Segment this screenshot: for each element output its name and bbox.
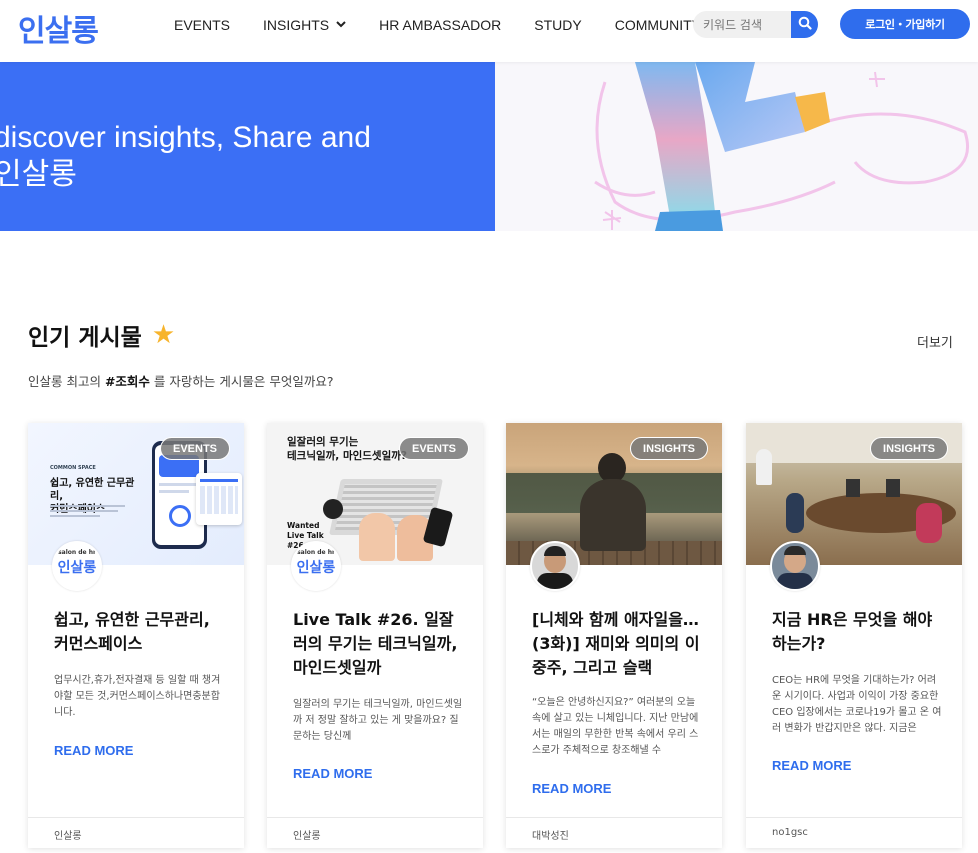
read-more-link[interactable]: READ MORE <box>54 743 133 758</box>
nav-label: COMMUNITY <box>614 17 702 33</box>
avatar-logo-text: 인살롱 <box>296 560 336 576</box>
post-thumbnail[interactable]: 일잘러의 무기는 테크닉일까, 마인드셋일까? Wanted Live Talk… <box>267 423 483 565</box>
section-subtitle: 인살롱 최고의 #조회수 를 자랑하는 게시물은 무엇일까요? <box>28 371 333 390</box>
attendee <box>786 493 804 533</box>
laptop <box>886 479 900 497</box>
site-logo[interactable]: 인살롱 <box>18 6 99 50</box>
hero-line-1: discover insights, Share and <box>0 121 371 154</box>
post-excerpt: 일잘러의 무기는 테크닉일까, 마인드셋일까 저 정말 잘하고 있는 게 맞을까… <box>293 699 463 742</box>
login-signup-button[interactable]: 로그인・가입하기 <box>840 9 970 39</box>
nav-events[interactable]: EVENTS <box>174 16 230 34</box>
post-card[interactable]: INSIGHTS 지금 HR은 무엇을 해야하는가? CEO는 HR에 무엇을 … <box>746 423 962 848</box>
post-title[interactable]: 지금 HR은 무엇을 해야하는가? <box>772 608 944 656</box>
avatar-hair <box>544 546 566 556</box>
nav-label: EVENTS <box>174 17 231 33</box>
category-badge: INSIGHTS <box>630 437 708 460</box>
avatar[interactable] <box>530 541 580 591</box>
calendar-widget <box>196 473 242 525</box>
search-icon <box>798 15 812 34</box>
hero-headline: discover insights, Share and 인살롱 <box>0 119 371 193</box>
nav-insights[interactable]: INSIGHTS <box>263 16 346 34</box>
post-card[interactable]: 일잘러의 무기는 테크닉일까, 마인드셋일까? Wanted Live Talk… <box>267 423 483 848</box>
post-author: 인살롱 <box>54 831 82 842</box>
category-badge: EVENTS <box>159 437 230 460</box>
avatar-hair <box>784 546 806 555</box>
attendee <box>916 503 942 543</box>
section-title-text: 인기 게시물 <box>28 325 142 351</box>
search-button[interactable] <box>791 11 818 38</box>
read-more-link[interactable]: READ MORE <box>772 758 851 773</box>
avatar-suit <box>777 573 813 589</box>
nav-label: HR AMBASSADOR <box>379 17 502 33</box>
thumb-caption-lines <box>50 505 128 517</box>
subtitle-hashtag: #조회수 <box>104 374 150 389</box>
avatar[interactable] <box>770 541 820 591</box>
nav-hr-ambassador[interactable]: HR AMBASSADOR <box>379 16 501 34</box>
laptop <box>846 479 860 497</box>
category-badge: EVENTS <box>398 437 469 460</box>
avatar[interactable]: salon de hr 인살롱 <box>52 541 102 591</box>
avatar-caption: salon de hr <box>297 549 335 556</box>
card-footer: no1gsc <box>746 817 962 848</box>
star-icon: ★ <box>151 320 176 350</box>
category-badge: INSIGHTS <box>870 437 948 460</box>
post-excerpt: “오늘은 안녕하신지요?” 여러분의 오늘 속에 살고 있는 니체입니다. 지난… <box>532 697 699 756</box>
read-more-link[interactable]: READ MORE <box>293 766 372 781</box>
subtitle-after: 를 자랑하는 게시물은 무엇일까요? <box>149 374 334 389</box>
post-title[interactable]: Live Talk #26. 일잘러의 무기는 테크닉일까, 마인드셋일까 <box>293 608 465 680</box>
hero-illustration <box>495 62 978 231</box>
post-title[interactable]: [니체와 함께 애자일을…(3화)] 재미와 의미의 이중주, 그리고 슬랙 <box>532 608 704 680</box>
nav-label: INSIGHTS <box>263 17 330 33</box>
post-thumbnail[interactable]: COMMON SPACE 쉽고, 유연한 근무관리, 커먼스페이스 EVENTS <box>28 423 244 565</box>
section-title: 인기 게시물 ★ <box>28 318 175 352</box>
card-footer: 인살롱 <box>267 817 483 848</box>
post-thumbnail[interactable]: INSIGHTS <box>506 423 722 565</box>
search-box <box>693 11 818 38</box>
read-more-link[interactable]: READ MORE <box>532 781 611 796</box>
post-author: 대박성진 <box>532 831 569 842</box>
post-excerpt: CEO는 HR에 무엇을 기대하는가? 어려운 시기이다. 사업과 이익이 가장… <box>772 675 942 734</box>
post-author: no1gsc <box>772 827 808 838</box>
avatar[interactable]: salon de hr 인살롱 <box>291 541 341 591</box>
post-card[interactable]: COMMON SPACE 쉽고, 유연한 근무관리, 커먼스페이스 EVENTS… <box>28 423 244 848</box>
site-header: 인살롱 EVENTS INSIGHTS HR AMBASSADOR STUDY … <box>0 0 978 62</box>
avatar-logo-text: 인살롱 <box>57 560 97 576</box>
main-nav: EVENTS INSIGHTS HR AMBASSADOR STUDY COMM… <box>174 16 734 34</box>
post-excerpt: 업무시간,휴가,전자결재 등 일할 때 챙겨야할 모든 것,커먼스페이스하나면충… <box>54 675 221 718</box>
thumb-brand: COMMON SPACE <box>50 465 96 471</box>
subtitle-before: 인살롱 최고의 <box>28 374 105 389</box>
avatar-shoulders <box>537 573 573 589</box>
nav-study[interactable]: STUDY <box>534 16 581 34</box>
person-body <box>580 479 646 551</box>
presenter <box>756 449 772 485</box>
avatar-caption: salon de hr <box>58 549 96 556</box>
hero-banner: discover insights, Share and 인살롱 <box>0 62 495 231</box>
post-title[interactable]: 쉽고, 유연한 근무관리, 커먼스페이스 <box>54 608 226 656</box>
coffee-cup <box>323 499 343 519</box>
search-input[interactable] <box>703 15 787 34</box>
nav-community[interactable]: COMMUNITY <box>615 16 701 34</box>
chevron-down-icon <box>336 20 346 31</box>
post-thumbnail[interactable]: INSIGHTS <box>746 423 962 565</box>
card-footer: 대박성진 <box>506 817 722 848</box>
more-link[interactable]: 더보기 <box>917 332 953 351</box>
hand-left <box>359 513 395 561</box>
hero-line-2: 인살롱 <box>0 158 77 191</box>
card-footer: 인살롱 <box>28 817 244 848</box>
post-author: 인살롱 <box>293 831 321 842</box>
nav-label: STUDY <box>534 17 582 33</box>
post-card[interactable]: INSIGHTS [니체와 함께 애자일을…(3화)] 재미와 의미의 이중주,… <box>506 423 722 848</box>
